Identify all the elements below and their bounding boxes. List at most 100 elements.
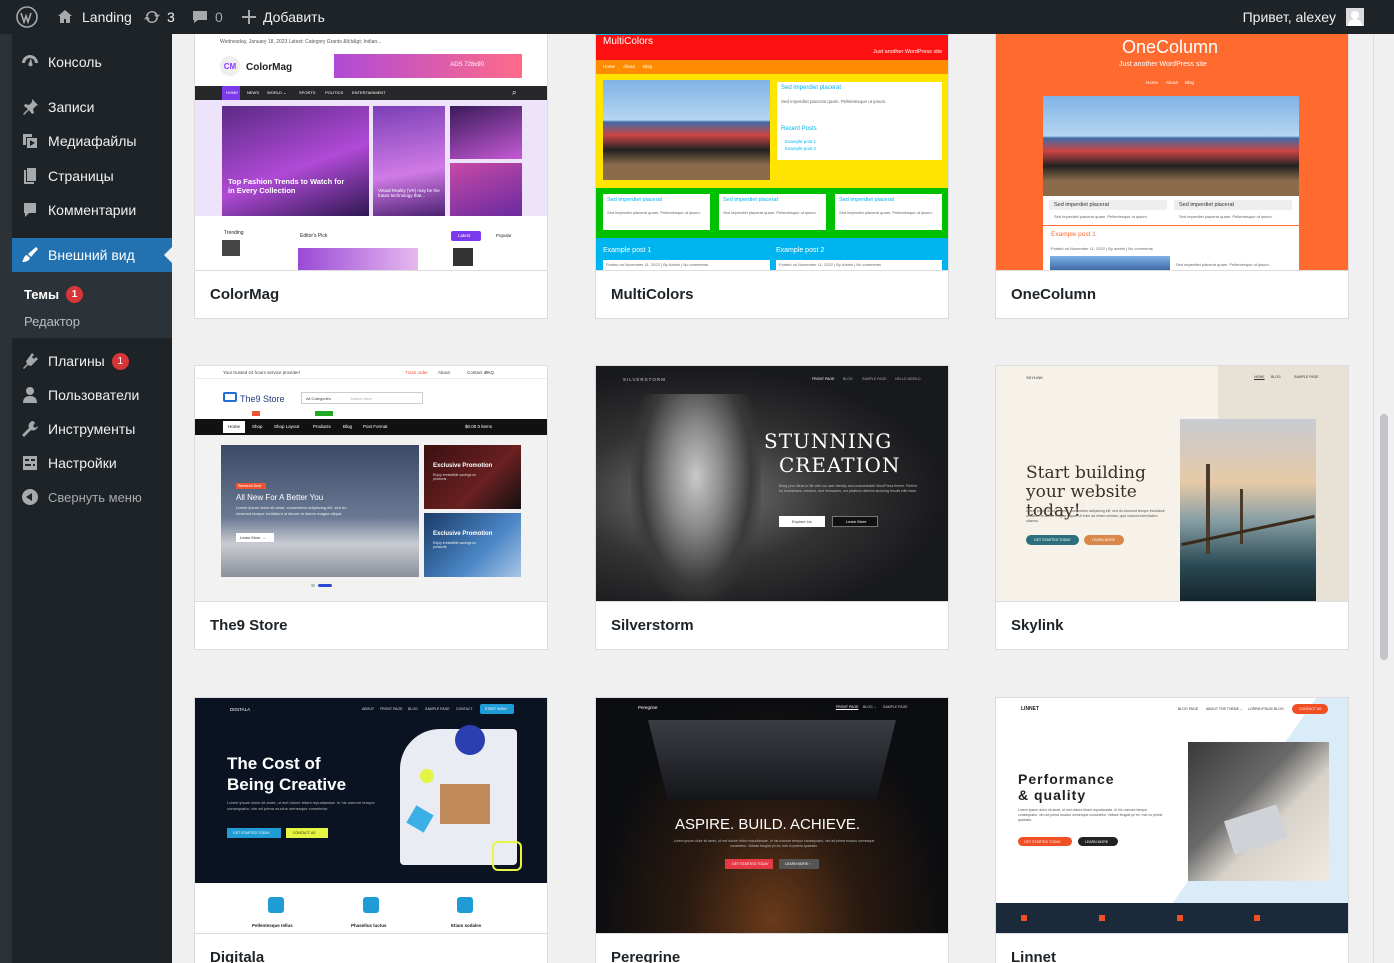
site-name: Landing <box>82 9 132 25</box>
theme-name: The9 Store <box>195 601 547 649</box>
menu-label: Комментарии <box>48 202 137 218</box>
page-icon <box>12 167 48 185</box>
themes-update-badge: 1 <box>66 286 84 303</box>
new-content-link[interactable]: Добавить <box>241 0 325 34</box>
submenu-themes[interactable]: Темы 1 <box>24 286 84 303</box>
workspace-image <box>1188 742 1329 881</box>
submenu-editor[interactable]: Редактор <box>24 314 80 329</box>
plugins-update-badge: 1 <box>111 352 129 370</box>
wordpress-logo-icon[interactable] <box>16 0 38 34</box>
theme-name: ColorMag <box>195 270 547 318</box>
feature-icon-1 <box>1021 915 1027 921</box>
menu-media[interactable]: Медиафайлы <box>12 124 172 158</box>
theme-card-peregrine[interactable]: Peregrine FRONT PAGE BLOG ⌄ SAMPLE PAGE … <box>595 697 949 963</box>
admin-sidebar: Консоль Записи Медиафайлы Страницы Комме… <box>12 34 172 963</box>
menu-pages[interactable]: Страницы <box>12 159 172 193</box>
theme-screenshot[interactable]: OneColumn Just another WordPress site Ho… <box>996 34 1348 270</box>
menu-label: Настройки <box>48 455 117 471</box>
theme-card-multicolors[interactable]: MultiColors Just another WordPress site … <box>595 34 949 319</box>
submenu-label: Темы <box>24 287 60 302</box>
theme-card-silverstorm[interactable]: SILVERSTORM FRONT PAGE BLOG SAMPLE PAGE … <box>595 365 949 650</box>
updates-count: 3 <box>167 9 175 25</box>
feature-icon-3 <box>1177 915 1183 921</box>
boat-image <box>603 80 770 180</box>
greeting: Привет, alexey <box>1242 9 1336 25</box>
theme-name: Silverstorm <box>596 601 948 649</box>
menu-label: Пользователи <box>48 387 140 403</box>
theme-card-colormag[interactable]: Wednesday, January 18, 2023 Latest: Cate… <box>194 34 548 319</box>
theme-screenshot[interactable]: Your trusted 24 hours service provider! … <box>195 366 547 601</box>
theme-screenshot[interactable]: DIGITALA ABOUT FRONT PAGE BLOG SAMPLE PA… <box>195 698 547 933</box>
colormag-logo-icon: CM <box>220 56 240 76</box>
theme-name: Digitala <box>195 933 547 963</box>
monitor-logo-icon <box>223 392 237 402</box>
theme-screenshot[interactable]: Wednesday, January 18, 2023 Latest: Cate… <box>195 34 547 270</box>
theme-screenshot[interactable]: SILVERSTORM FRONT PAGE BLOG SAMPLE PAGE … <box>596 366 948 601</box>
current-arrow <box>164 247 172 263</box>
laptop-image <box>648 720 896 800</box>
wrench-icon <box>12 420 48 438</box>
theme-name: OneColumn <box>996 270 1348 318</box>
comment-bubble-icon <box>193 11 207 23</box>
shot-topbar: Wednesday, January 18, 2023 Latest: Cate… <box>220 39 382 45</box>
plugin-icon <box>12 352 48 370</box>
feature-icon-4 <box>1254 915 1260 921</box>
feature-icon-2 <box>363 897 379 913</box>
theme-card-digitala[interactable]: DIGITALA ABOUT FRONT PAGE BLOG SAMPLE PA… <box>194 697 548 963</box>
theme-card-the9-store[interactable]: Your trusted 24 hours service provider! … <box>194 365 548 650</box>
shot-nav: HOME NEWS WORLD ⌄ SPORTS POLITICS ENTERT… <box>195 86 547 100</box>
feature-icon-1 <box>268 897 284 913</box>
theme-card-onecolumn[interactable]: OneColumn Just another WordPress site Ho… <box>995 34 1349 319</box>
menu-label: Консоль <box>48 54 102 70</box>
menu-posts[interactable]: Записи <box>12 90 172 124</box>
new-content-label: Добавить <box>263 9 325 25</box>
theme-screenshot[interactable]: Peregrine FRONT PAGE BLOG ⌄ SAMPLE PAGE … <box>596 698 948 933</box>
user-icon <box>12 386 48 404</box>
theme-screenshot[interactable]: MultiColors Just another WordPress site … <box>596 34 948 270</box>
menu-plugins[interactable]: Плагины 1 <box>12 344 172 378</box>
ads-banner: ADS 728x90 <box>334 54 522 78</box>
theme-screenshot[interactable]: SKYLINK HOME BLOG SAMPLE PAGE Start buil… <box>996 366 1348 601</box>
menu-label: Внешний вид <box>48 247 135 263</box>
theme-name: Peregrine <box>596 933 948 963</box>
menu-appearance[interactable]: Внешний вид <box>12 238 172 272</box>
appearance-submenu: Темы 1 Редактор <box>12 272 172 338</box>
bridge-image <box>1180 419 1316 601</box>
plus-icon <box>242 10 256 24</box>
menu-label: Страницы <box>48 168 114 184</box>
menu-label: Записи <box>48 99 95 115</box>
updates-icon <box>144 10 160 24</box>
theme-card-skylink[interactable]: SKYLINK HOME BLOG SAMPLE PAGE Start buil… <box>995 365 1349 650</box>
hero-banner: Weekend Deal All New For A Better You Lo… <box>221 445 419 577</box>
updates-link[interactable]: 3 <box>143 0 175 34</box>
comment-icon <box>12 201 48 219</box>
avatar <box>1346 8 1364 26</box>
menu-dashboard[interactable]: Консоль <box>12 45 172 79</box>
comments-link[interactable]: 0 <box>191 0 223 34</box>
theme-name: Linnet <box>996 933 1348 963</box>
portrait-image <box>631 394 761 601</box>
theme-card-linnet[interactable]: LINNET BLOG PAGE ABOUT THE THEME ⌄ LOREM… <box>995 697 1349 963</box>
menu-tools[interactable]: Инструменты <box>12 412 172 446</box>
dashboard-icon <box>12 53 48 71</box>
theme-name: MultiColors <box>596 270 948 318</box>
menu-label: Медиафайлы <box>48 133 137 149</box>
feature-icon-3 <box>457 897 473 913</box>
menu-users[interactable]: Пользователи <box>12 378 172 412</box>
theme-screenshot[interactable]: LINNET BLOG PAGE ABOUT THE THEME ⌄ LOREM… <box>996 698 1348 933</box>
brush-icon <box>12 246 48 264</box>
settings-icon <box>12 454 48 472</box>
collapse-menu-button[interactable]: Свернуть меню <box>12 480 172 514</box>
collapse-icon <box>12 488 48 506</box>
site-name-link[interactable]: Landing <box>56 0 132 34</box>
scrollbar-thumb[interactable] <box>1380 414 1388 660</box>
my-account-link[interactable]: Привет, alexey <box>1243 0 1364 34</box>
shot-logo-text: ColorMag <box>246 62 293 73</box>
menu-label: Плагины <box>48 353 105 369</box>
feature-icon-2 <box>1099 915 1105 921</box>
page-scrollbar[interactable] <box>1373 34 1394 963</box>
theme-name: Skylink <box>996 601 1348 649</box>
menu-label: Инструменты <box>48 421 136 437</box>
menu-settings[interactable]: Настройки <box>12 446 172 480</box>
menu-comments[interactable]: Комментарии <box>12 193 172 227</box>
